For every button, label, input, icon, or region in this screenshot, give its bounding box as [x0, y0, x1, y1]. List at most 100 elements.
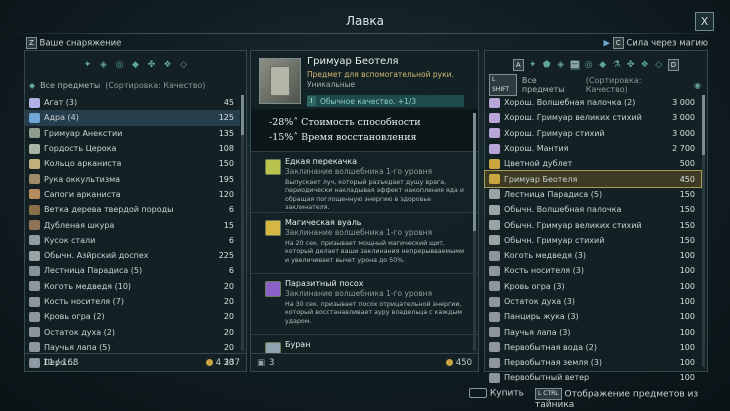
spell-icon [265, 220, 281, 236]
vendor-filter-row[interactable]: L SHIFT Все предметы (Сортировка: Качест… [485, 74, 707, 96]
scroll-thumb[interactable] [702, 95, 705, 155]
list-item[interactable]: Гримуар Анекстии 135 [25, 126, 240, 141]
all-category-icon[interactable]: ◇ [654, 60, 664, 70]
list-item[interactable]: Ветка дерева твердой породы 6 [25, 202, 240, 217]
detail-scrollbar[interactable] [473, 113, 476, 351]
list-item[interactable]: Дубленая шкура 15 [25, 217, 240, 232]
item-name: Коготь медведя (3) [504, 251, 586, 261]
list-item[interactable]: Цветной дублет 500 [485, 156, 701, 171]
gem-category-icon[interactable]: ◆ [598, 60, 608, 70]
vendor-name: Сила через магию [626, 38, 708, 49]
item-icon [489, 189, 500, 200]
inventory-scrollbar[interactable] [241, 95, 244, 351]
spell-name: Магическая вуаль [285, 218, 362, 227]
list-item[interactable]: Кусок стали 6 [25, 233, 240, 248]
ingredient-category-icon[interactable]: ✤ [626, 60, 636, 70]
item-icon [489, 250, 500, 261]
vendor-inventory-panel: A ✦ ⬟ ◈ ▤ ◎ ◆ ⚗ ✤ ❖ ◇ D L SHIFT Все пред… [484, 50, 708, 383]
a-key-icon: A [512, 59, 524, 71]
list-item[interactable]: Хорош. Гримуар великих стихий 3 000 [485, 110, 701, 125]
spell-name: Едкая перекачка [285, 157, 358, 166]
item-name: Хорош. Мантия [504, 144, 569, 154]
spell-description: Выпускает луч, который разъедает душу вр… [285, 179, 464, 212]
item-icon [29, 265, 40, 276]
list-item[interactable]: Лестница Парадиса (5) 6 [25, 263, 240, 278]
item-icon [29, 342, 40, 353]
list-item[interactable]: Коготь медведя (3) 100 [485, 248, 701, 263]
list-item[interactable]: Хорош. Волшебная палочка (2) 3 000 [485, 95, 701, 110]
misc-category-icon[interactable]: ❖ [163, 60, 173, 70]
list-item[interactable]: Сапоги арканиста 120 [25, 187, 240, 202]
armor-category-icon[interactable]: ◈ [556, 60, 566, 70]
item-icon [29, 250, 40, 261]
item-icon [489, 281, 500, 292]
ring-category-icon[interactable]: ◎ [584, 60, 594, 70]
settings-icon[interactable]: ◉ [694, 81, 701, 90]
your-gear-tab[interactable]: Z Ваше снаряжение [26, 37, 121, 49]
buy-button[interactable]: Купить [469, 388, 524, 399]
item-name: Кусок стали [44, 235, 96, 245]
list-item[interactable]: Кость носителя (3) 100 [485, 263, 701, 278]
item-value: 108 [218, 144, 234, 154]
spell-description: На 20 сек. призывает мощный магический щ… [285, 240, 465, 264]
list-item[interactable]: Обычн. Волшебная палочка 150 [485, 202, 701, 217]
list-item[interactable]: Обычн. Гримуар великих стихий 150 [485, 217, 701, 232]
list-item[interactable]: Панцирь жука (3) 100 [485, 309, 701, 324]
list-item[interactable]: Кольцо арканиста 150 [25, 156, 240, 171]
ingredient-category-icon[interactable]: ✤ [147, 60, 157, 70]
list-item[interactable]: Обычн. Гримуар стихий 150 [485, 233, 701, 248]
list-item[interactable]: Хорош. Гримуар стихий 3 000 [485, 126, 701, 141]
close-button[interactable]: X [695, 12, 714, 31]
item-icon [489, 174, 500, 185]
list-item[interactable]: Обычн. Азйрский доспех 225 [25, 248, 240, 263]
list-item[interactable]: Агат (3) 45 [25, 95, 240, 110]
stash-toggle[interactable]: L CTRL Отображение предметов из тайника [535, 388, 730, 410]
gem-category-icon[interactable]: ◆ [131, 60, 141, 70]
misc-category-icon[interactable]: ❖ [640, 60, 650, 70]
list-item[interactable]: Рука оккультизма 195 [25, 171, 240, 186]
list-item[interactable]: Первобытная вода (2) 100 [485, 340, 701, 355]
shield-category-icon[interactable]: ⬟ [542, 60, 552, 70]
list-item[interactable]: Кость носителя (7) 20 [25, 294, 240, 309]
potion-category-icon[interactable]: ⚗ [612, 60, 622, 70]
all-category-icon[interactable]: ◇ [179, 60, 189, 70]
list-item[interactable]: Коготь медведя (10) 20 [25, 279, 240, 294]
c-key-icon: C [612, 37, 624, 49]
item-price: 450 [455, 357, 472, 368]
list-item[interactable]: Первобытная земля (3) 100 [485, 355, 701, 370]
item-value: 100 [679, 297, 695, 306]
item-icon [489, 342, 500, 353]
ring-category-icon[interactable]: ◎ [115, 60, 125, 70]
list-item[interactable]: Гордость Церока 108 [25, 141, 240, 156]
armor-category-icon[interactable]: ◈ [99, 60, 109, 70]
item-name: Кость носителя (3) [504, 266, 584, 276]
vendor-list: Хорош. Волшебная палочка (2) 3 000 Хорош. … [484, 95, 702, 386]
item-icon [489, 235, 500, 246]
vendor-scrollbar[interactable] [702, 95, 705, 367]
book-category-icon[interactable]: ▤ [569, 60, 580, 70]
quality-text: Обычное качество. +1/3 [320, 96, 417, 106]
weapon-category-icon[interactable]: ✦ [83, 60, 93, 70]
item-name: Паучья лапа (5) [44, 342, 111, 352]
vendor-tab[interactable]: ▶ C Сила через магию [603, 37, 708, 49]
list-item[interactable]: Лестница Парадиса (5) 150 [485, 187, 701, 202]
list-item[interactable]: Кровь огра (2) 20 [25, 309, 240, 324]
list-item[interactable]: Гримуар Беотеля 450 [484, 170, 702, 188]
item-name: Лестница Парадиса (5) [44, 266, 143, 276]
scroll-thumb[interactable] [473, 113, 476, 231]
item-name: Гримуар Анекстии [44, 128, 123, 138]
list-item[interactable]: Остаток духа (3) 100 [485, 294, 701, 309]
sort-label: (Сортировка: Качество) [585, 76, 642, 94]
list-item[interactable]: Адра (4) 125 [25, 110, 240, 126]
scroll-thumb[interactable] [241, 95, 244, 135]
list-item[interactable]: Паучья лапа (3) 100 [485, 324, 701, 339]
list-item[interactable]: Хорош. Мантия 2 700 [485, 141, 701, 156]
weapon-category-icon[interactable]: ✦ [528, 60, 538, 70]
list-item[interactable]: Остаток духа (2) 20 [25, 324, 240, 339]
list-item[interactable]: Кровь огра (3) 100 [485, 279, 701, 294]
buy-label: Купить [489, 388, 524, 399]
item-icon [29, 128, 40, 139]
filter-row[interactable]: ◆ Все предметы (Сортировка: Качество) [25, 79, 246, 91]
item-name: Гримуар Беотеля [307, 56, 399, 67]
item-name: Остаток духа (3) [504, 297, 575, 306]
